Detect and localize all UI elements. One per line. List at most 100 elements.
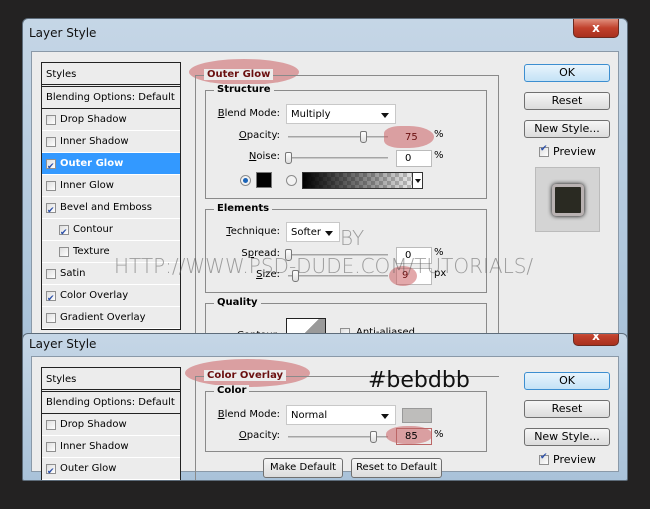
elements-group: Elements Technique: Softer Spread: 0 % S…: [205, 203, 487, 293]
style-checkbox[interactable]: [59, 246, 69, 257]
technique-select[interactable]: Softer: [286, 222, 340, 242]
overlay-color-swatch[interactable]: [402, 408, 432, 423]
style-item[interactable]: Color Overlay: [42, 285, 180, 310]
style-checkbox[interactable]: [46, 200, 56, 222]
dialog-client: Styles Blending Options: Default Drop Sh…: [31, 356, 619, 480]
panel-title: Color Overlay: [204, 370, 287, 381]
noise-slider[interactable]: [285, 152, 388, 164]
style-checkbox[interactable]: [46, 180, 56, 191]
blend-mode-select[interactable]: Multiply: [286, 104, 396, 124]
make-default-button[interactable]: Make Default: [263, 458, 343, 478]
structure-group: Structure Blend Mode: Multiply Opacity: …: [205, 84, 487, 199]
style-item[interactable]: Contour: [42, 219, 180, 244]
reset-button[interactable]: Reset: [524, 92, 610, 110]
chevron-down-icon: [381, 113, 389, 118]
watermark-url: HTTP://WWW.PSD-DUDE.COM/TUTORIALS/: [114, 254, 534, 278]
style-item-label: Drop Shadow: [60, 113, 127, 125]
style-item-label: Inner Glow: [60, 179, 114, 191]
close-icon: x: [592, 333, 600, 343]
color-group: Color Blend Mode: Normal Opacity: 85 %: [205, 385, 487, 452]
style-item[interactable]: Drop Shadow: [42, 109, 180, 131]
noise-label: Noise:: [248, 151, 280, 162]
new-style-button[interactable]: New Style...: [524, 428, 610, 446]
dialog-title: Layer Style: [29, 26, 97, 40]
noise-input[interactable]: 0: [396, 150, 432, 167]
style-item[interactable]: Gradient Overlay: [42, 307, 180, 329]
style-item[interactable]: Bevel and Emboss: [42, 197, 180, 222]
style-preview-thumbnail: [535, 167, 600, 232]
style-item[interactable]: Inner Shadow: [42, 131, 180, 153]
opacity-unit: %: [434, 429, 444, 440]
technique-label: Technique:: [226, 226, 280, 237]
new-style-button[interactable]: New Style...: [524, 120, 610, 138]
style-item-label: Satin: [60, 267, 86, 279]
opacity-label: Opacity:: [238, 430, 280, 441]
ok-button[interactable]: OK: [524, 64, 610, 82]
color-title: Color: [214, 385, 250, 396]
blend-mode-label: Blend Mode:: [217, 108, 280, 119]
layer-style-dialog-color-overlay: Layer Style x Styles Blending Options: D…: [22, 333, 628, 481]
noise-slider-thumb[interactable]: [285, 152, 292, 164]
glow-color-swatch[interactable]: [256, 172, 272, 188]
chevron-down-icon: [381, 414, 389, 419]
style-checkbox[interactable]: [46, 461, 56, 480]
title-bar: Layer Style x: [23, 334, 627, 356]
chevron-down-icon: [325, 231, 333, 236]
gradient-picker[interactable]: [302, 172, 423, 189]
outer-glow-panel: Outer Glow Structure Blend Mode: Multipl…: [189, 59, 499, 337]
style-item-label: Gradient Overlay: [60, 311, 146, 323]
style-item-label: Color Overlay: [60, 289, 129, 301]
style-item-label: Drop Shadow: [60, 418, 127, 430]
style-checkbox[interactable]: [46, 268, 56, 279]
opacity-label: Opacity:: [238, 130, 280, 141]
preview-label: Preview: [553, 145, 596, 158]
preview-label: Preview: [553, 453, 596, 466]
quality-title: Quality: [214, 297, 261, 308]
ok-button[interactable]: OK: [524, 372, 610, 390]
opacity-slider[interactable]: [288, 131, 388, 143]
reset-to-default-button[interactable]: Reset to Default: [351, 458, 442, 478]
style-checkbox[interactable]: [46, 419, 56, 430]
opacity-input[interactable]: 85: [396, 428, 432, 445]
style-checkbox[interactable]: [46, 136, 56, 147]
preview-checkbox[interactable]: [539, 452, 549, 465]
dialog-title: Layer Style: [29, 337, 97, 351]
blending-options-item[interactable]: Blending Options: Default: [42, 87, 180, 109]
styles-header[interactable]: Styles: [42, 63, 180, 87]
style-checkbox[interactable]: [46, 312, 56, 323]
watermark-by: BY: [340, 226, 365, 250]
reset-button[interactable]: Reset: [524, 400, 610, 418]
style-checkbox[interactable]: [59, 222, 69, 244]
opacity-input[interactable]: 75: [396, 129, 432, 146]
styles-list: Styles Blending Options: Default Drop Sh…: [41, 62, 181, 330]
gradient-radio[interactable]: [286, 175, 297, 186]
opacity-slider-thumb[interactable]: [370, 431, 377, 443]
close-button[interactable]: x: [573, 19, 619, 38]
elements-title: Elements: [214, 203, 273, 214]
opacity-slider[interactable]: [288, 431, 388, 443]
structure-title: Structure: [214, 84, 274, 95]
style-checkbox[interactable]: [46, 441, 56, 452]
blending-options-item[interactable]: Blending Options: Default: [42, 392, 180, 414]
style-item[interactable]: Outer Glow: [42, 153, 180, 178]
styles-header[interactable]: Styles: [42, 368, 180, 392]
style-item-label: Texture: [73, 245, 110, 257]
style-item[interactable]: Inner Glow: [42, 175, 180, 197]
technique-value: Softer: [291, 227, 321, 238]
style-checkbox[interactable]: [46, 288, 56, 310]
preview-checkbox[interactable]: [539, 144, 549, 157]
blend-mode-value: Normal: [291, 410, 328, 421]
style-checkbox[interactable]: [46, 114, 56, 125]
preview-shape: [552, 184, 584, 216]
opacity-slider-thumb[interactable]: [360, 131, 367, 143]
style-checkbox[interactable]: [46, 156, 56, 178]
blend-mode-select[interactable]: Normal: [286, 405, 396, 425]
style-item-label: Outer Glow: [60, 157, 124, 169]
style-item[interactable]: Inner Shadow: [42, 436, 180, 458]
close-button[interactable]: x: [573, 333, 619, 346]
solid-color-radio[interactable]: [240, 175, 251, 186]
style-item[interactable]: Drop Shadow: [42, 414, 180, 436]
style-item[interactable]: Outer Glow: [42, 458, 180, 480]
opacity-unit: %: [434, 129, 444, 140]
gradient-dropdown[interactable]: [412, 172, 423, 189]
